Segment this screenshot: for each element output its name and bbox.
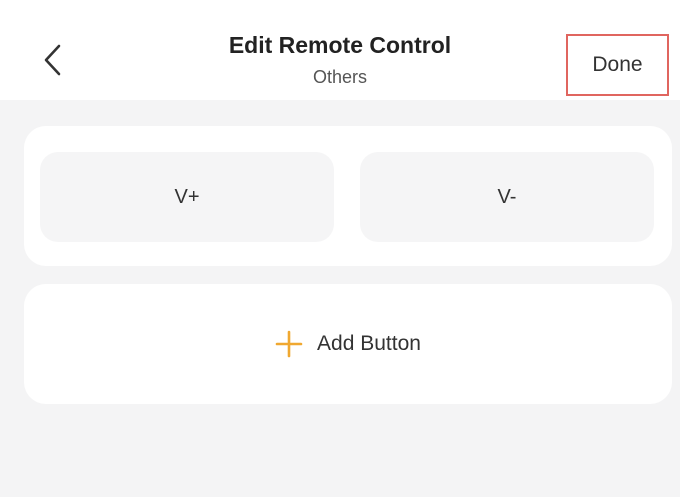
- page-title: Edit Remote Control: [228, 32, 452, 58]
- add-button-card[interactable]: Add Button: [24, 284, 672, 404]
- volume-down-button[interactable]: V-: [360, 152, 654, 242]
- page-subtitle: Others: [312, 67, 368, 87]
- volume-up-button[interactable]: V+: [40, 152, 334, 242]
- back-button[interactable]: [30, 38, 74, 82]
- remote-buttons-card: V+ V-: [24, 126, 672, 266]
- title-block: Edit Remote Control Others: [160, 30, 520, 89]
- add-button-label: Add Button: [317, 332, 421, 355]
- done-button[interactable]: Done: [566, 34, 669, 96]
- edit-remote-screen: Edit Remote Control Others Done V+ V- Ad…: [0, 0, 680, 497]
- chevron-left-icon: [44, 44, 61, 76]
- top-nav-bar: Edit Remote Control Others Done: [0, 0, 680, 100]
- add-button[interactable]: Add Button: [24, 284, 672, 404]
- plus-icon: [275, 330, 303, 358]
